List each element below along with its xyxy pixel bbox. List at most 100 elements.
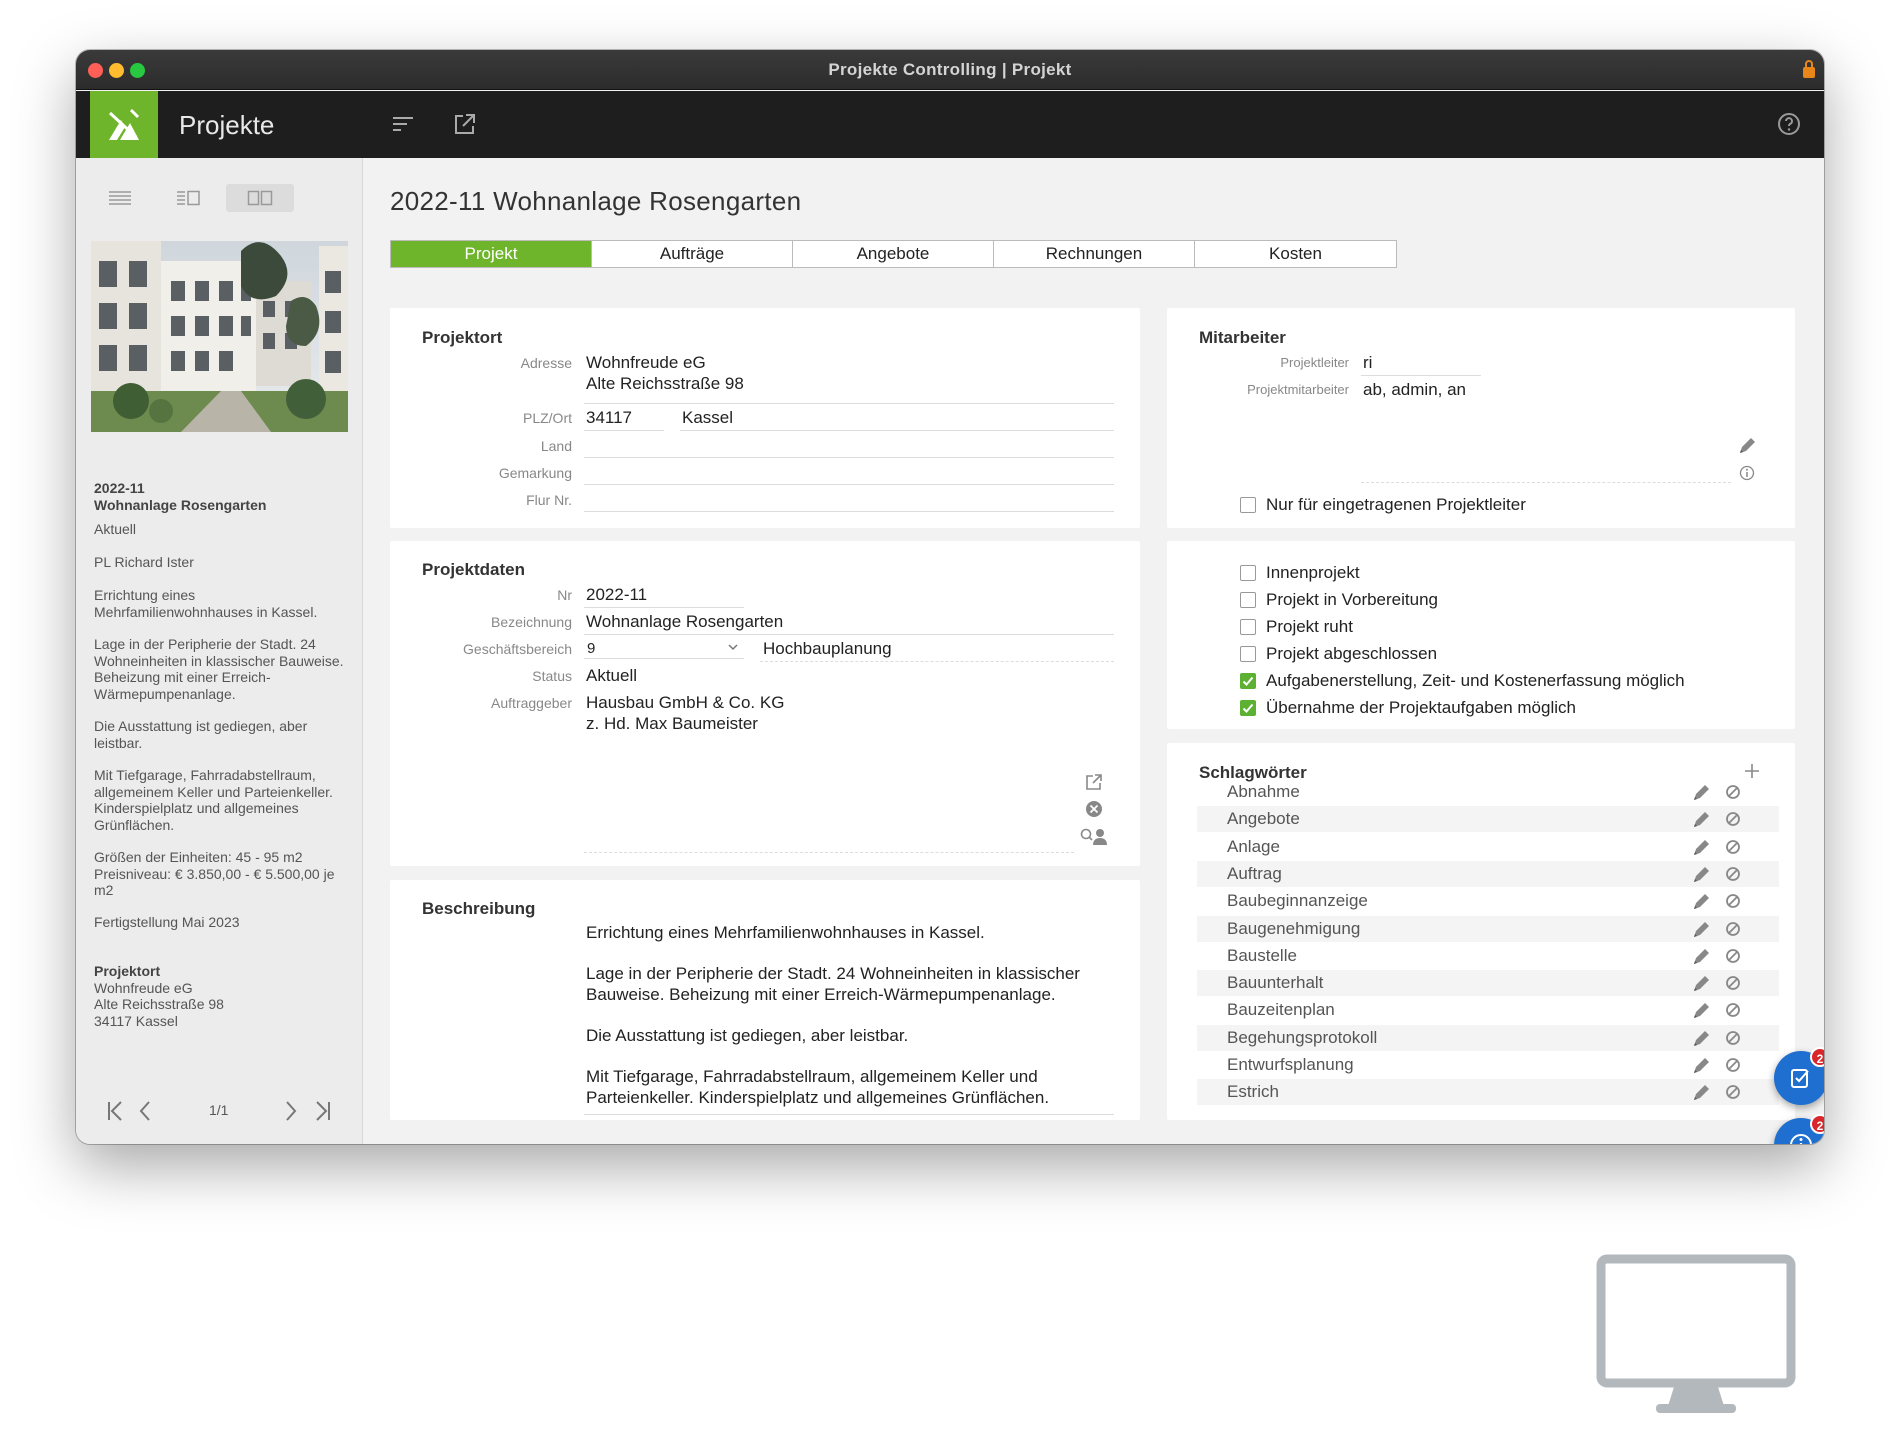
remove-icon[interactable] — [1725, 893, 1741, 909]
option-label-uebernahme: Übernahme der Projektaufgaben möglich — [1266, 698, 1576, 717]
remove-icon[interactable] — [1725, 784, 1741, 800]
beschreibung-p2b: Bauweise. Beheizung mit einer Erreich-Wä… — [586, 985, 1056, 1004]
first-page-icon[interactable] — [106, 1100, 124, 1122]
adresse-line-2: Alte Reichsstraße 98 — [586, 374, 744, 393]
remove-icon[interactable] — [1725, 1084, 1741, 1100]
tab-projekt[interactable]: Projekt — [391, 241, 592, 267]
projektdaten-heading: Projektdaten — [422, 560, 525, 579]
pencil-icon[interactable] — [1737, 436, 1757, 456]
flur-nr-field[interactable] — [584, 511, 1114, 512]
projektleiter-field[interactable]: ri — [1363, 352, 1372, 373]
detail-view-button[interactable] — [154, 184, 222, 212]
geschaeftsbereich-select[interactable]: 9 — [584, 637, 744, 659]
remove-icon[interactable] — [1725, 1057, 1741, 1073]
tab-angebote[interactable]: Angebote — [793, 241, 994, 267]
pencil-icon[interactable] — [1691, 1001, 1711, 1021]
pencil-icon[interactable] — [1691, 947, 1711, 967]
projektmitarbeiter-field[interactable]: ab, admin, an — [1363, 379, 1466, 400]
remove-icon[interactable] — [1725, 921, 1741, 937]
beschreibung-textarea[interactable]: Errichtung eines Mehrfamilienwohnhauses … — [584, 920, 1114, 1115]
keyword-label: Abnahme — [1227, 782, 1300, 801]
pencil-icon[interactable] — [1691, 865, 1711, 885]
add-icon[interactable] — [1744, 763, 1760, 779]
option-checkbox-abgeschlossen[interactable] — [1240, 646, 1256, 662]
pencil-icon[interactable] — [1691, 810, 1711, 830]
keyword-label: Auftrag — [1227, 863, 1282, 883]
pencil-icon[interactable] — [1691, 1083, 1711, 1103]
last-page-icon[interactable] — [314, 1100, 332, 1122]
remove-icon[interactable] — [1725, 1002, 1741, 1018]
pencil-icon[interactable] — [1691, 974, 1711, 994]
previous-page-icon[interactable] — [138, 1100, 152, 1122]
info-circle-icon — [1790, 1134, 1812, 1144]
next-page-icon[interactable] — [284, 1100, 298, 1122]
nr-field[interactable]: 2022-11 — [586, 584, 647, 605]
keyword-row[interactable]: Estrich — [1197, 1079, 1779, 1106]
sidebar-project-header: 2022-11 Wohnanlage Rosengarten — [94, 480, 349, 513]
bezeichnung-field[interactable]: Wohnanlage Rosengarten — [586, 611, 783, 632]
option-checkbox-vorbereitung[interactable] — [1240, 592, 1256, 608]
land-field[interactable] — [584, 457, 1114, 458]
open-link-icon[interactable] — [1085, 773, 1103, 791]
app-logo[interactable] — [90, 91, 158, 158]
pager: 1/1 — [76, 1098, 362, 1128]
help-icon[interactable] — [1776, 111, 1802, 137]
remove-icon[interactable] — [1725, 866, 1741, 882]
person-search-icon[interactable] — [1080, 827, 1108, 845]
clear-icon[interactable] — [1085, 800, 1103, 818]
keyword-label: Angebote — [1227, 809, 1300, 829]
keyword-row[interactable]: Angebote — [1197, 806, 1779, 833]
remove-icon[interactable] — [1725, 811, 1741, 827]
keyword-row[interactable]: Auftrag — [1197, 860, 1779, 887]
keyword-row[interactable]: Entwurfsplanung — [1197, 1052, 1779, 1078]
option-checkbox-ruht[interactable] — [1240, 619, 1256, 635]
beschreibung-p2a: Lage in der Peripherie der Stadt. 24 Woh… — [586, 964, 1080, 983]
task-edit-icon — [1791, 1069, 1809, 1088]
option-checkbox-uebernahme[interactable] — [1240, 700, 1256, 716]
plz-field[interactable]: 34117 — [586, 407, 632, 428]
pencil-icon[interactable] — [1691, 920, 1711, 940]
auftraggeber-field[interactable]: Hausbau GmbH & Co. KG z. Hd. Max Baumeis… — [586, 692, 784, 734]
keyword-row[interactable]: Abnahme — [1197, 779, 1779, 805]
tab-kosten[interactable]: Kosten — [1195, 241, 1396, 267]
pencil-icon[interactable] — [1691, 892, 1711, 912]
keyword-row[interactable]: Baugenehmigung — [1197, 915, 1779, 942]
gemarkung-field[interactable] — [584, 484, 1114, 485]
info-fab[interactable]: 2 — [1774, 1114, 1824, 1144]
beschreibung-heading: Beschreibung — [422, 899, 536, 918]
tab-rechnungen[interactable]: Rechnungen — [994, 241, 1195, 267]
card-view-button[interactable] — [226, 184, 294, 212]
ort-field[interactable]: Kassel — [682, 407, 733, 428]
option-label-innenprojekt: Innenprojekt — [1266, 563, 1360, 582]
keyword-row[interactable]: Anlage — [1197, 834, 1779, 860]
tasks-fab[interactable]: 2 — [1774, 1047, 1824, 1105]
pencil-icon[interactable] — [1691, 1029, 1711, 1049]
keyword-row[interactable]: Baubeginnanzeige — [1197, 888, 1779, 914]
projektmitarbeiter-label: Projektmitarbeiter — [1247, 382, 1349, 397]
pencil-icon[interactable] — [1691, 838, 1711, 858]
tab-bar: Projekt Aufträge Angebote Rechnungen Kos… — [390, 240, 1397, 268]
option-checkbox-aufgabenerstellung[interactable] — [1240, 673, 1256, 689]
tab-auftraege[interactable]: Aufträge — [592, 241, 793, 267]
remove-icon[interactable] — [1725, 975, 1741, 991]
keyword-row[interactable]: Begehungsprotokoll — [1197, 1024, 1779, 1051]
nur-projektleiter-checkbox[interactable] — [1240, 497, 1256, 513]
status-field[interactable]: Aktuell — [586, 665, 637, 686]
remove-icon[interactable] — [1725, 948, 1741, 964]
pencil-icon[interactable] — [1691, 1056, 1711, 1076]
keyword-row[interactable]: Bauzeitenplan — [1197, 997, 1779, 1023]
menu-lines-icon[interactable] — [390, 111, 416, 137]
option-checkbox-innenprojekt[interactable] — [1240, 565, 1256, 581]
external-link-icon[interactable] — [452, 111, 478, 137]
remove-icon[interactable] — [1725, 1030, 1741, 1046]
pencil-icon[interactable] — [1691, 783, 1711, 803]
keyword-row[interactable]: Bauunterhalt — [1197, 970, 1779, 997]
keyword-row[interactable]: Baustelle — [1197, 943, 1779, 969]
adresse-field[interactable]: Wohnfreude eG Alte Reichsstraße 98 — [586, 352, 744, 394]
list-view-button[interactable] — [86, 184, 154, 212]
info-icon[interactable] — [1739, 465, 1755, 481]
split-view-icon — [247, 190, 273, 206]
main-content: 2022-11 Wohnanlage Rosengarten Projekt A… — [364, 158, 1824, 1144]
remove-icon[interactable] — [1725, 839, 1741, 855]
adresse-label: Adresse — [520, 355, 572, 371]
